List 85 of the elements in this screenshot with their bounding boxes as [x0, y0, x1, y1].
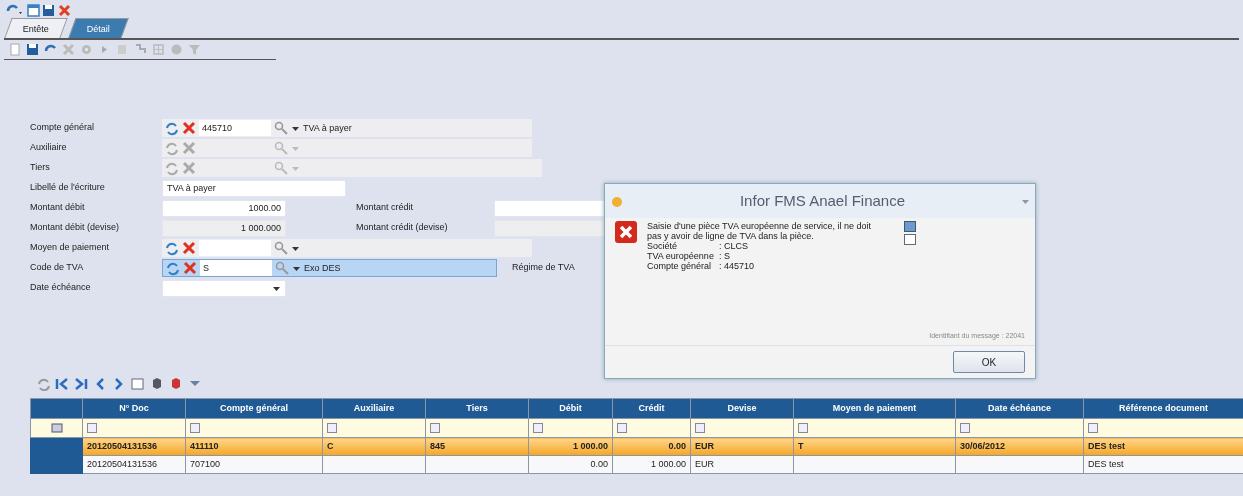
- window-icon[interactable]: [26, 3, 40, 17]
- filter-icon[interactable]: [190, 422, 200, 433]
- close-icon[interactable]: [57, 3, 71, 17]
- tab[interactable]: Entête: [4, 18, 68, 38]
- filter-icon[interactable]: [87, 422, 97, 433]
- filter-icon[interactable]: [327, 422, 337, 433]
- refresh-icon[interactable]: [165, 260, 180, 276]
- save-icon[interactable]: [42, 3, 55, 17]
- app-icon: [610, 194, 624, 208]
- filter-icon[interactable]: [533, 422, 543, 433]
- column-header[interactable]: Date échéance: [955, 398, 1084, 419]
- save-icon[interactable]: [26, 43, 39, 56]
- date-input[interactable]: [162, 279, 286, 297]
- detail-label: Société: [647, 240, 679, 251]
- ok-button[interactable]: OK: [953, 351, 1025, 373]
- column-header[interactable]: N° Doc: [82, 398, 186, 419]
- filter-row-icon[interactable]: [50, 422, 63, 433]
- refresh-icon[interactable]: [36, 377, 50, 391]
- clear-icon[interactable]: [182, 121, 196, 135]
- cube-icon[interactable]: [169, 377, 183, 391]
- column-header[interactable]: Référence document: [1083, 398, 1243, 419]
- refresh-icon: [164, 140, 179, 156]
- field-label: Tiers: [30, 161, 51, 175]
- field-label: Régime de TVA: [512, 261, 575, 275]
- lookup-field[interactable]: 445710 TVA à payer: [162, 119, 532, 137]
- search-icon: [274, 161, 288, 175]
- detail-value: : 445710: [719, 260, 755, 271]
- field-label: Libellé de l'écriture: [30, 181, 106, 195]
- window-icon[interactable]: [131, 377, 145, 391]
- filter-icon[interactable]: [617, 422, 627, 433]
- last-icon[interactable]: [74, 377, 88, 391]
- description-text: TVA à payer: [303, 122, 353, 135]
- field-label: Montant crédit (devise): [356, 221, 449, 235]
- column-header[interactable]: Tiers: [425, 398, 529, 419]
- description-text: Exo DES: [304, 262, 342, 275]
- refresh-icon[interactable]: [164, 240, 179, 256]
- field-label: Compte général: [30, 121, 96, 135]
- amount-input[interactable]: 1000.00: [162, 199, 286, 217]
- field-label: Montant débit (devise): [30, 221, 121, 235]
- field-label: Code de TVA: [30, 261, 85, 275]
- refresh-icon[interactable]: [164, 120, 179, 136]
- filter-icon[interactable]: [430, 422, 440, 433]
- message-text: Saisie d'une pièce TVA européenne de service, il ne doit pas y avoir de ligne de TVA dans la pièce.: [647, 220, 873, 241]
- column-header[interactable]: Débit: [528, 398, 613, 419]
- detail-label: TVA européenne: [647, 250, 715, 261]
- column-header[interactable]: Devise: [690, 398, 794, 419]
- code-input[interactable]: [199, 240, 271, 256]
- clear-icon[interactable]: [182, 241, 196, 255]
- cube-icon[interactable]: [150, 377, 164, 391]
- undo-icon[interactable]: [6, 3, 24, 17]
- code-input[interactable]: S: [200, 260, 272, 276]
- detail-value: : CLCS: [719, 240, 748, 251]
- field-label: Auxiliaire: [30, 141, 68, 155]
- filter-icon[interactable]: [960, 422, 970, 433]
- lookup-field[interactable]: S Exo DES: [162, 259, 497, 277]
- amount-input: 1 000.000: [162, 219, 286, 237]
- clear-icon[interactable]: [183, 261, 197, 275]
- amount-input[interactable]: [494, 199, 606, 217]
- field-label: Moyen de paiement: [30, 241, 111, 255]
- new-document-icon[interactable]: [8, 43, 21, 56]
- clear-icon: [182, 161, 196, 175]
- table-row[interactable]: 20120504131536 411110 C 845 1 000.00 0.00 EUR T 30/06/2012 DES test: [30, 437, 1243, 456]
- filter-icon[interactable]: [798, 422, 808, 433]
- dialog-title: Infor FMS Anael Finance: [738, 191, 907, 211]
- first-icon[interactable]: [55, 377, 69, 391]
- text-input[interactable]: TVA à payer: [162, 179, 346, 197]
- clear-icon: [182, 141, 196, 155]
- tab[interactable]: Détail: [68, 18, 129, 38]
- filter-icon[interactable]: [1088, 422, 1098, 433]
- column-header[interactable]: Moyen de paiement: [793, 398, 956, 419]
- filter-icon[interactable]: [695, 422, 705, 433]
- field-label: Montant débit: [30, 201, 86, 215]
- column-header[interactable]: Auxiliaire: [322, 398, 426, 419]
- table-row[interactable]: 20120504131536 707100 0.00 1 000.00 EUR DES test: [30, 455, 1243, 474]
- search-icon: [274, 141, 288, 155]
- column-header[interactable]: Compte général: [185, 398, 323, 419]
- code-input[interactable]: 445710: [199, 120, 271, 136]
- refresh-icon: [164, 160, 179, 176]
- lookup-field[interactable]: [162, 239, 532, 257]
- column-header[interactable]: Crédit: [612, 398, 691, 419]
- field-label: Montant crédit: [356, 201, 415, 215]
- error-icon: [615, 220, 637, 243]
- field-label: Date échéance: [30, 281, 92, 295]
- detail-value: : S: [719, 250, 730, 261]
- detail-label: Compte général: [647, 260, 712, 271]
